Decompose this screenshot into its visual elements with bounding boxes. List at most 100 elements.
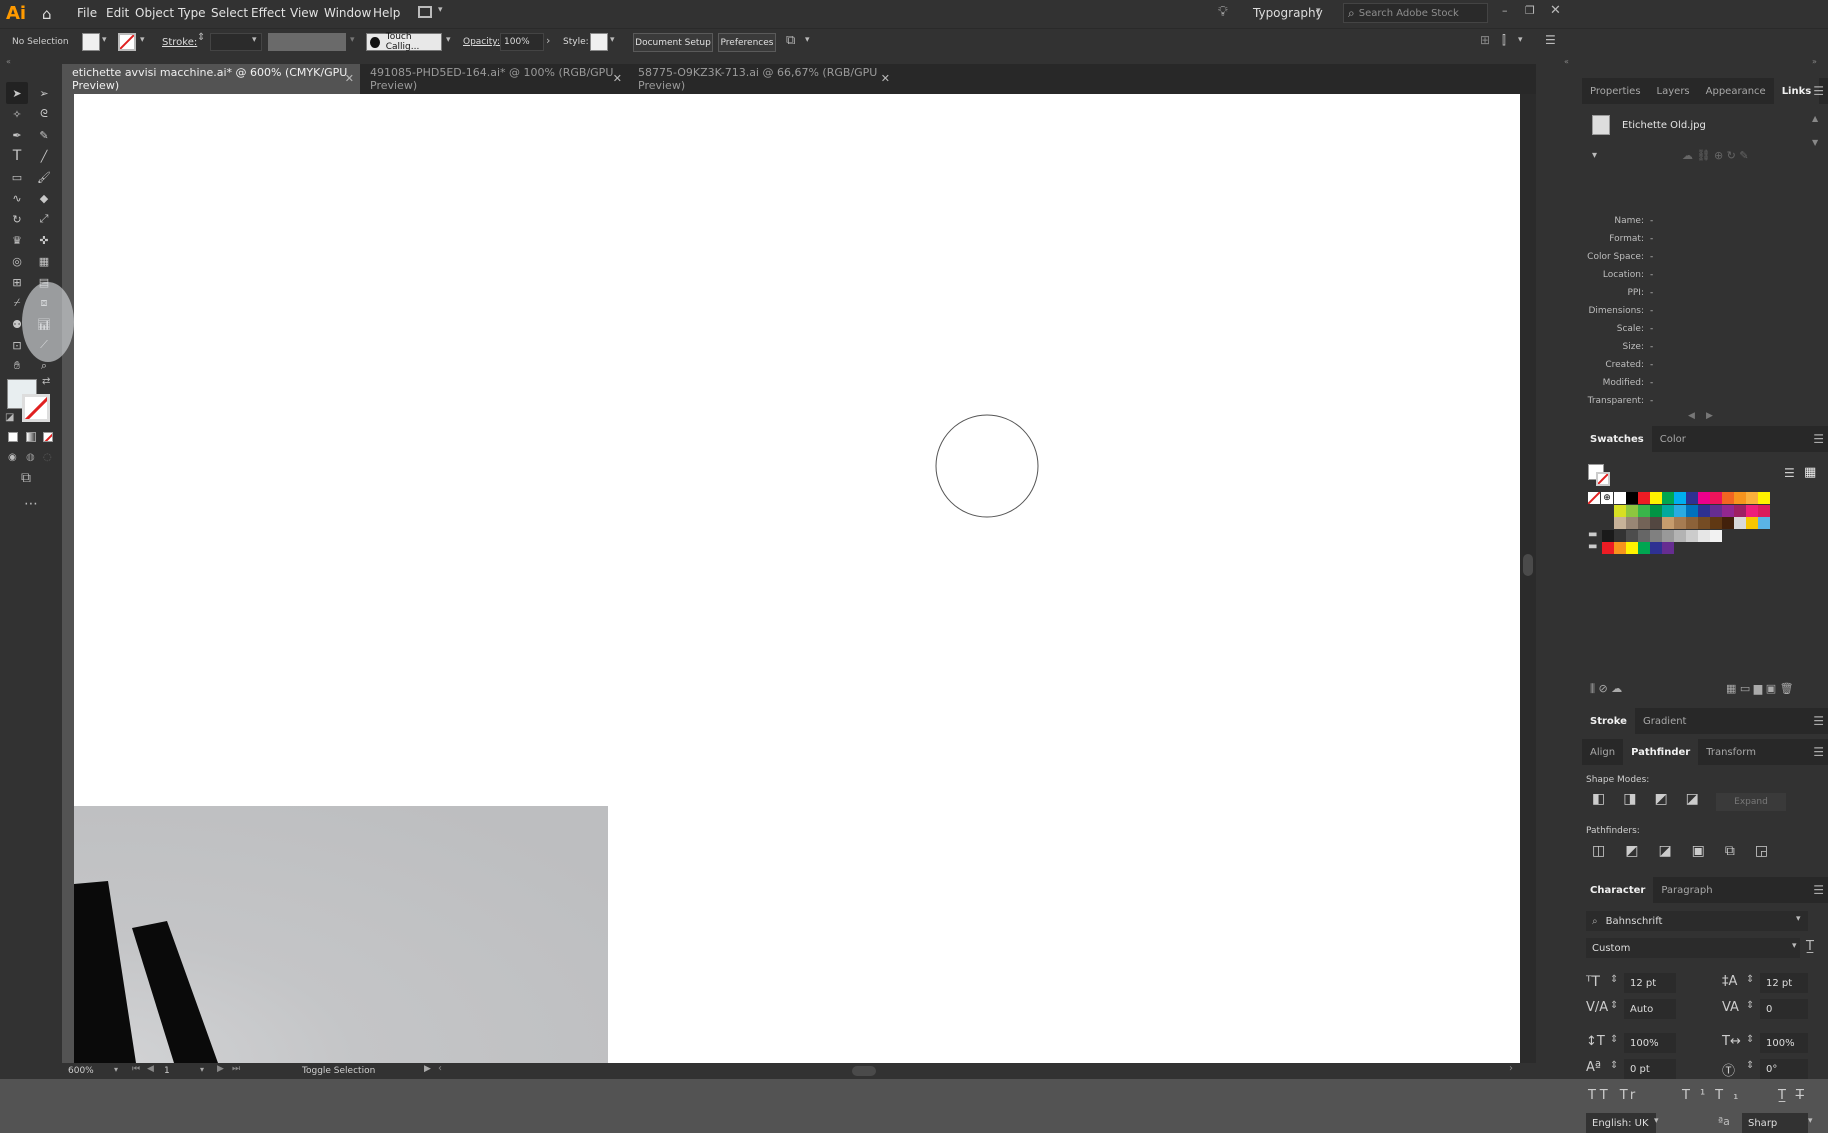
tab-align[interactable]: Align [1582, 739, 1623, 765]
color-swatch[interactable] [1614, 492, 1626, 504]
align-icon[interactable]: ⫿ [1502, 33, 1506, 48]
color-swatch[interactable] [1674, 529, 1686, 542]
chevron-down-icon[interactable]: ▾ [102, 35, 107, 45]
color-swatch[interactable] [1686, 529, 1698, 542]
color-swatch[interactable] [1698, 529, 1710, 542]
superscript-icon[interactable]: T¹T₁ [1682, 1088, 1748, 1103]
chevron-down-icon[interactable]: ▾ [1808, 1116, 1813, 1126]
color-swatch[interactable] [1674, 504, 1686, 517]
tab-properties[interactable]: Properties [1582, 78, 1649, 104]
expand-button[interactable]: Expand [1716, 793, 1786, 811]
color-swatch[interactable] [1722, 504, 1734, 517]
tab-document-1[interactable]: etichette avvisi macchine.ai* @ 600% (CM… [62, 64, 360, 94]
folder-icon[interactable]: ▬ [1588, 541, 1597, 552]
color-swatch[interactable] [1758, 517, 1770, 529]
color-swatch[interactable] [1614, 517, 1626, 529]
curvature-tool-icon[interactable]: ✎ [33, 124, 55, 146]
color-swatch[interactable] [1698, 504, 1710, 517]
minimize-icon[interactable]: – [1502, 4, 1508, 17]
color-mode-icon[interactable] [8, 432, 18, 442]
graphic-style-swatch[interactable] [590, 33, 608, 51]
color-swatch[interactable] [1686, 504, 1698, 517]
color-swatch[interactable] [1734, 517, 1746, 529]
tab-layers[interactable]: Layers [1649, 78, 1698, 104]
menu-select[interactable]: Select [211, 6, 248, 20]
menu-view[interactable]: View [290, 6, 318, 20]
screen-mode-icon[interactable]: ⧉ [21, 470, 31, 486]
shape-builder-icon[interactable]: ◎ [6, 250, 28, 272]
color-swatch[interactable] [1758, 504, 1770, 517]
close-window-icon[interactable]: ✕ [1550, 3, 1561, 18]
stepper-icon[interactable]: ⇕ [197, 32, 205, 43]
vertical-scrollbar[interactable] [1520, 94, 1536, 1063]
swatch-library-icons[interactable]: ⫼ ⊘ ☁ [1590, 682, 1622, 696]
rotate-tool-icon[interactable]: ↻ [6, 208, 28, 230]
tab-document-2[interactable]: 491085-PHD5ED-164.ai* @ 100% (RGB/GPU Pr… [360, 64, 628, 94]
color-swatch[interactable] [1626, 529, 1638, 542]
draw-normal-icon[interactable]: ◉ [8, 452, 17, 463]
stepper-icon[interactable]: ⇕ [1746, 974, 1754, 985]
chevron-down-icon[interactable]: ▾ [1518, 35, 1523, 45]
opacity-field[interactable]: 100% [500, 33, 544, 51]
brush-definition[interactable]: Touch Callig... [366, 32, 442, 52]
chevron-down-icon[interactable]: ▾ [610, 35, 615, 45]
menu-effect[interactable]: Effect [251, 6, 286, 20]
chevron-down-icon[interactable]: ▾ [350, 35, 355, 45]
panel-menu-icon[interactable]: ☰ [1545, 33, 1556, 47]
close-tab-icon[interactable]: ✕ [345, 72, 354, 85]
swatch-action-icons[interactable]: ▦ ▭ ▆ ▣ 🗑︎ [1726, 682, 1794, 695]
color-swatch[interactable] [1710, 504, 1722, 517]
color-swatch[interactable] [1710, 517, 1722, 529]
hand-tool-icon[interactable]: ✋︎ [6, 355, 28, 377]
scale-tool-icon[interactable]: ⤢ [33, 208, 55, 230]
touch-type-icon[interactable]: T̲ [1806, 939, 1814, 954]
eraser-icon[interactable]: ◆ [33, 187, 55, 209]
font-size-field[interactable]: 12 pt [1624, 973, 1676, 993]
first-artboard-icon[interactable]: ⏮ [132, 1064, 140, 1074]
panel-menu-icon[interactable]: ☰ [1813, 745, 1824, 759]
chevron-down-icon[interactable]: ▾ [252, 35, 257, 45]
color-swatch[interactable] [1638, 529, 1650, 542]
magic-wand-icon[interactable]: ✧ [6, 103, 28, 125]
transform-icon[interactable]: ⊞ [1480, 33, 1490, 47]
menu-file[interactable]: File [77, 6, 97, 20]
rectangle-tool-icon[interactable]: ▭ [6, 166, 28, 188]
color-swatch[interactable] [1602, 529, 1614, 542]
registration-swatch[interactable]: ⊕ [1601, 492, 1613, 504]
stepper-icon[interactable]: ⇕ [1746, 1000, 1754, 1011]
stepper-icon[interactable]: ⇕ [1746, 1034, 1754, 1045]
color-swatch[interactable] [1722, 492, 1734, 504]
next-icon[interactable]: ▶ [1706, 411, 1713, 421]
preferences-button[interactable]: Preferences [718, 33, 776, 52]
none-swatch[interactable] [1588, 492, 1600, 504]
chevron-right-icon[interactable]: › [546, 34, 550, 47]
leading-field[interactable]: 12 pt [1760, 973, 1808, 993]
panel-menu-icon[interactable]: ☰ [1813, 714, 1824, 728]
document-setup-button[interactable]: Document Setup [633, 33, 713, 52]
close-tab-icon[interactable]: ✕ [881, 72, 890, 85]
lightbulb-icon[interactable]: 💡︎ [1218, 4, 1228, 20]
stepper-icon[interactable]: ⇕ [1746, 1060, 1754, 1071]
folder-icon[interactable]: ▬ [1588, 529, 1597, 540]
tab-appearance[interactable]: Appearance [1698, 78, 1774, 104]
color-swatch[interactable] [1626, 542, 1638, 554]
selection-tool-icon[interactable]: ➤ [6, 82, 28, 104]
color-swatch[interactable] [1650, 517, 1662, 529]
baseline-shift-field[interactable]: 0 pt [1624, 1059, 1676, 1079]
gradient-mode-icon[interactable] [26, 432, 36, 442]
play-icon[interactable]: ▶ [424, 1064, 431, 1074]
zoom-level[interactable]: 600% [68, 1066, 94, 1076]
color-swatch[interactable] [1686, 517, 1698, 529]
chevron-down-icon[interactable]: ▾ [1792, 941, 1797, 951]
tab-paragraph[interactable]: Paragraph [1653, 877, 1720, 903]
chevron-down-icon[interactable]: ▾ [805, 35, 810, 45]
color-swatch[interactable] [1638, 542, 1650, 554]
chevron-down-icon[interactable]: ▾ [446, 35, 451, 45]
color-swatch[interactable] [1626, 492, 1638, 504]
color-swatch[interactable] [1614, 504, 1626, 517]
color-swatch[interactable] [1662, 529, 1674, 542]
prev-icon[interactable]: ◀ [1688, 411, 1695, 421]
shape-mode-buttons[interactable]: ◧◨◩◪ [1592, 791, 1717, 807]
color-swatch[interactable] [1626, 517, 1638, 529]
draw-behind-icon[interactable]: ◍ [26, 452, 35, 463]
